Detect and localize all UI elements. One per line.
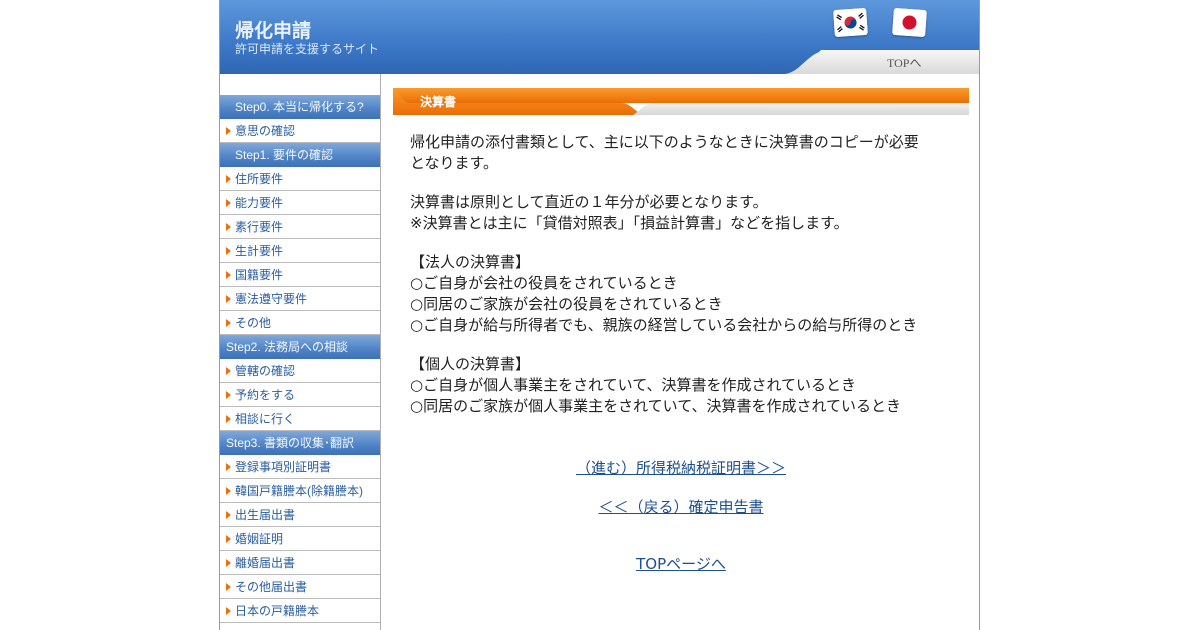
sidebar-item[interactable]: 素行要件 xyxy=(220,215,380,239)
arrow-right-icon xyxy=(226,366,231,375)
arrow-right-icon xyxy=(226,462,231,471)
sidebar-item[interactable]: 相談に行く xyxy=(220,407,380,431)
page-wrapper: 帰化申請 許可申請を支援するサイト TOPへ Step0. 本当に帰化する? 意… xyxy=(219,0,980,630)
content-paragraph: 【法人の決算書】 ○ご自身が会社の役員をされているとき ○同居のご家族が会社の役員を… xyxy=(410,252,965,336)
sidebar-item[interactable]: 能力要件 xyxy=(220,191,380,215)
arrow-right-icon xyxy=(226,126,231,135)
sidebar-item[interactable]: その他 xyxy=(220,311,380,335)
arrow-right-icon xyxy=(226,222,231,231)
content-paragraph: 【個人の決算書】 ○ご自身が個人事業主をされていて、決算書を作成されているとき ○同… xyxy=(410,354,965,417)
arrow-right-icon xyxy=(226,414,231,423)
sidebar-item-label: 憲法遵守要件 xyxy=(235,292,308,306)
section-title-bar: 決算書 xyxy=(393,88,969,115)
content-line: ○同居のご家族が個人事業主をされていて、決算書を作成されているとき xyxy=(410,397,901,415)
sidebar-item-label: 相談に行く xyxy=(235,412,296,426)
content-line: となります。 xyxy=(410,154,499,172)
content-paragraph: 決算書は原則として直近の１年分が必要となります。 ※決算書とは主に「貸借対照表」「… xyxy=(410,192,965,234)
sidebar-item-label: 韓国戸籍謄本(除籍謄本) xyxy=(235,484,363,498)
content-line: ○ご自身が給与所得者でも、親族の経営している会社からの給与所得のとき xyxy=(410,316,918,334)
previous-page-link[interactable]: ＜＜（戻る）確定申告書 xyxy=(393,496,969,517)
sidebar-item-label: 住所要件 xyxy=(235,172,284,186)
sidebar-item[interactable]: 日本の戸籍謄本 xyxy=(220,599,380,623)
site-subtitle: 許可申請を支援するサイト xyxy=(235,42,380,56)
arrow-right-icon xyxy=(226,246,231,255)
sidebar-item-label: 意思の確認 xyxy=(235,124,296,138)
arrow-right-icon xyxy=(226,582,231,591)
sidebar-item-label: 登録事項別証明書 xyxy=(235,460,332,474)
sidebar-heading[interactable]: Step3. 書類の収集･翻訳 xyxy=(220,431,380,455)
sidebar-heading[interactable]: Step0. 本当に帰化する? xyxy=(220,95,380,119)
content-line: 【個人の決算書】 xyxy=(410,355,531,373)
sidebar-item[interactable]: 出生届出書 xyxy=(220,503,380,527)
sidebar-item[interactable]: その他届出書 xyxy=(220,575,380,599)
arrow-right-icon xyxy=(226,606,231,615)
content-paragraph: 帰化申請の添付書類として、主に以下のようなときに決算書のコピーが必要 となります。 xyxy=(410,132,965,174)
sidebar-item[interactable]: 憲法遵守要件 xyxy=(220,287,380,311)
sidebar-item-label: 能力要件 xyxy=(235,196,284,210)
sidebar-item-label: 出生届出書 xyxy=(235,508,296,522)
top-page-link[interactable]: TOPページへ xyxy=(393,553,969,574)
content-line: ○同居のご家族が会社の役員をされているとき xyxy=(410,295,723,313)
japan-flag-icon[interactable] xyxy=(892,7,927,38)
content-line: 帰化申請の添付書類として、主に以下のようなときに決算書のコピーが必要 xyxy=(410,133,919,151)
sidebar: Step0. 本当に帰化する? 意思の確認 Step1. 要件の確認住所要件能力要件… xyxy=(220,74,381,630)
arrow-right-icon xyxy=(226,510,231,519)
site-title[interactable]: 帰化申請 xyxy=(235,16,311,43)
sidebar-item-label: 生計要件 xyxy=(235,244,284,258)
main-content: 決算書 帰化申請の添付書類として、主に以下のようなときに決算書のコピーが必要 とな… xyxy=(393,88,969,573)
arrow-right-icon xyxy=(226,486,231,495)
top-tab[interactable]: TOPへ xyxy=(785,50,979,74)
article-body: 帰化申請の添付書類として、主に以下のようなときに決算書のコピーが必要 となります。… xyxy=(410,132,965,435)
arrow-right-icon xyxy=(226,174,231,183)
sidebar-item[interactable]: 離婚届出書 xyxy=(220,551,380,575)
sidebar-menu: Step0. 本当に帰化する? 意思の確認 Step1. 要件の確認住所要件能力要件… xyxy=(220,95,380,623)
sidebar-item[interactable]: 管轄の確認 xyxy=(220,359,380,383)
sidebar-item-label: 日本の戸籍謄本 xyxy=(235,604,320,618)
arrow-right-icon xyxy=(226,390,231,399)
sidebar-heading[interactable]: Step2. 法務局への相談 xyxy=(220,335,380,359)
sidebar-item[interactable]: 意思の確認 xyxy=(220,119,380,143)
sidebar-item-label: 素行要件 xyxy=(235,220,284,234)
sidebar-item-label: 管轄の確認 xyxy=(235,364,296,378)
sidebar-item-label: 国籍要件 xyxy=(235,268,284,282)
arrow-right-icon xyxy=(226,270,231,279)
content-line: ○ご自身が会社の役員をされているとき xyxy=(410,274,678,292)
sidebar-item[interactable]: 韓国戸籍謄本(除籍謄本) xyxy=(220,479,380,503)
arrow-right-icon xyxy=(226,318,231,327)
content-line: ○ご自身が個人事業主をされていて、決算書を作成されているとき xyxy=(410,376,856,394)
sidebar-item[interactable]: 国籍要件 xyxy=(220,263,380,287)
korea-flag-icon[interactable] xyxy=(833,7,868,38)
top-link[interactable]: TOPへ xyxy=(887,54,921,71)
content-line: ※決算書とは主に「貸借対照表」「損益計算書」などを指します。 xyxy=(410,214,849,232)
sidebar-item-label: 予約をする xyxy=(235,388,296,402)
arrow-right-icon xyxy=(226,534,231,543)
sidebar-item[interactable]: 婚姻証明 xyxy=(220,527,380,551)
sidebar-item-label: その他届出書 xyxy=(235,580,308,594)
sidebar-item-label: 婚姻証明 xyxy=(235,532,284,546)
section-title: 決算書 xyxy=(420,95,457,109)
sidebar-item-label: 離婚届出書 xyxy=(235,556,296,570)
sidebar-item-label: その他 xyxy=(235,316,272,330)
arrow-right-icon xyxy=(226,198,231,207)
next-page-link[interactable]: （進む）所得税納税証明書＞＞ xyxy=(393,457,969,478)
content-line: 【法人の決算書】 xyxy=(410,253,531,271)
site-header: 帰化申請 許可申請を支援するサイト TOPへ xyxy=(220,0,979,74)
sidebar-item[interactable]: 予約をする xyxy=(220,383,380,407)
sidebar-item[interactable]: 登録事項別証明書 xyxy=(220,455,380,479)
sidebar-item[interactable]: 生計要件 xyxy=(220,239,380,263)
arrow-right-icon xyxy=(226,558,231,567)
sidebar-item[interactable]: 住所要件 xyxy=(220,167,380,191)
content-line: 決算書は原則として直近の１年分が必要となります。 xyxy=(410,193,768,211)
arrow-right-icon xyxy=(226,294,231,303)
sidebar-heading[interactable]: Step1. 要件の確認 xyxy=(220,143,380,167)
